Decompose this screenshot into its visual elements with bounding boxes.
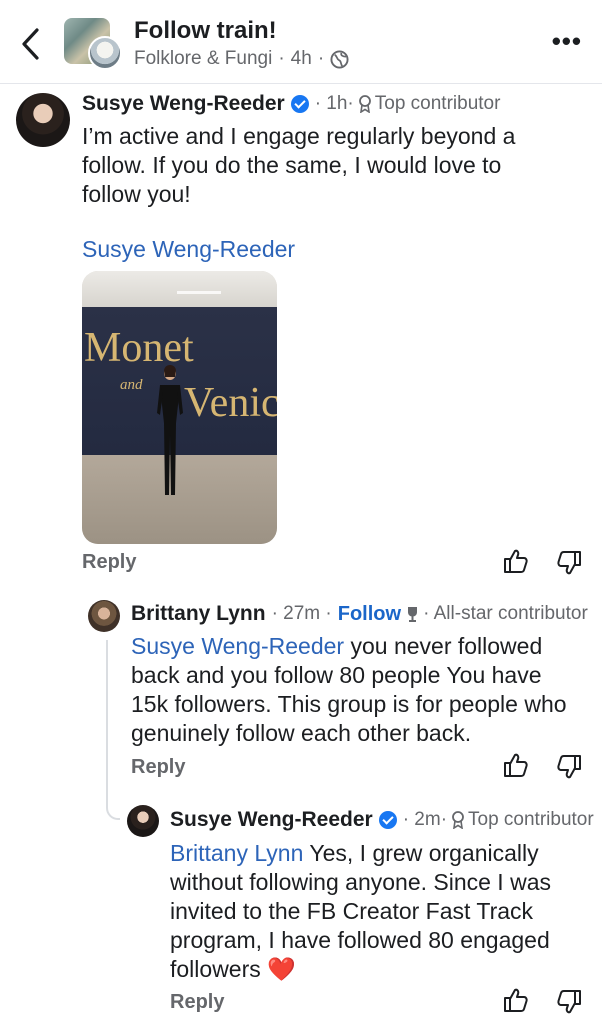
chevron-left-icon[interactable] [18, 26, 44, 62]
follow-button[interactable]: Follow [338, 603, 401, 626]
thumbs-down-icon[interactable] [556, 550, 582, 576]
reply-button[interactable]: Reply [131, 756, 185, 779]
group-avatar[interactable] [64, 18, 126, 70]
author-name[interactable]: Susye Weng-Reeder [82, 92, 285, 116]
comment-header: Susye Weng-Reeder · 1h· Top contributor [82, 92, 500, 116]
post-time: 4h [290, 48, 312, 69]
comment-time: · 1h· [314, 93, 354, 114]
separator: · [278, 48, 285, 69]
reply-button[interactable]: Reply [170, 991, 224, 1014]
mention-link[interactable]: Susye Weng-Reeder [131, 633, 344, 659]
heart-emoji-icon: ❤️ [267, 956, 296, 982]
post-title[interactable]: Follow train! [134, 17, 277, 45]
reply-button[interactable]: Reply [82, 551, 136, 574]
comment-time: · 2m· [402, 809, 448, 830]
thumbs-up-icon[interactable] [503, 548, 529, 574]
globe-icon [330, 49, 349, 69]
profile-link[interactable]: Susye Weng-Reeder [82, 236, 295, 263]
comment-text: Brittany Lynn Yes, I grew organically wi… [170, 840, 551, 982]
trophy-icon [408, 606, 418, 622]
mention-link[interactable]: Brittany Lynn [170, 840, 303, 866]
thumbs-down-icon[interactable] [556, 754, 582, 780]
contributor-badge: Top contributor [451, 809, 594, 831]
post-subtitle: Folklore & Fungi · 4h · [134, 48, 349, 70]
author-avatar [88, 36, 122, 70]
author-name[interactable]: Brittany Lynn [131, 602, 266, 626]
comment-header: Brittany Lynn · 27m · Follow · All-star … [131, 602, 588, 626]
award-icon [452, 811, 464, 829]
comment-header: Susye Weng-Reeder · 2m· Top contributor [170, 808, 594, 832]
photo-text: and [120, 377, 143, 393]
avatar[interactable] [127, 805, 159, 837]
verified-badge-icon [378, 811, 397, 829]
post-header: Follow train! Folklore & Fungi · 4h · ••… [0, 0, 602, 84]
group-name[interactable]: Folklore & Fungi [134, 48, 272, 70]
thumbs-down-icon[interactable] [556, 989, 582, 1015]
more-icon[interactable]: ••• [552, 28, 582, 54]
author-name[interactable]: Susye Weng-Reeder [170, 808, 373, 832]
comment-text: Susye Weng-Reeder you never followed bac… [131, 633, 567, 746]
separator: · [317, 48, 325, 69]
comment-text: I’m active and I engage regularly beyond… [82, 123, 516, 207]
person-figure [157, 365, 183, 495]
thread-line [106, 640, 120, 820]
verified-badge-icon [290, 95, 309, 113]
award-icon [358, 95, 371, 113]
comment-time: · 27m · [271, 603, 332, 624]
thumbs-up-icon[interactable] [503, 752, 529, 778]
avatar[interactable] [88, 600, 120, 632]
photo-text: Venice [184, 380, 277, 426]
contributor-badge: Top contributor [358, 93, 500, 115]
comment-photo[interactable]: Monet and Venice [82, 271, 277, 544]
avatar[interactable] [16, 93, 70, 147]
contributor-badge: · All-star contributor [405, 603, 588, 625]
thumbs-up-icon[interactable] [503, 987, 529, 1013]
